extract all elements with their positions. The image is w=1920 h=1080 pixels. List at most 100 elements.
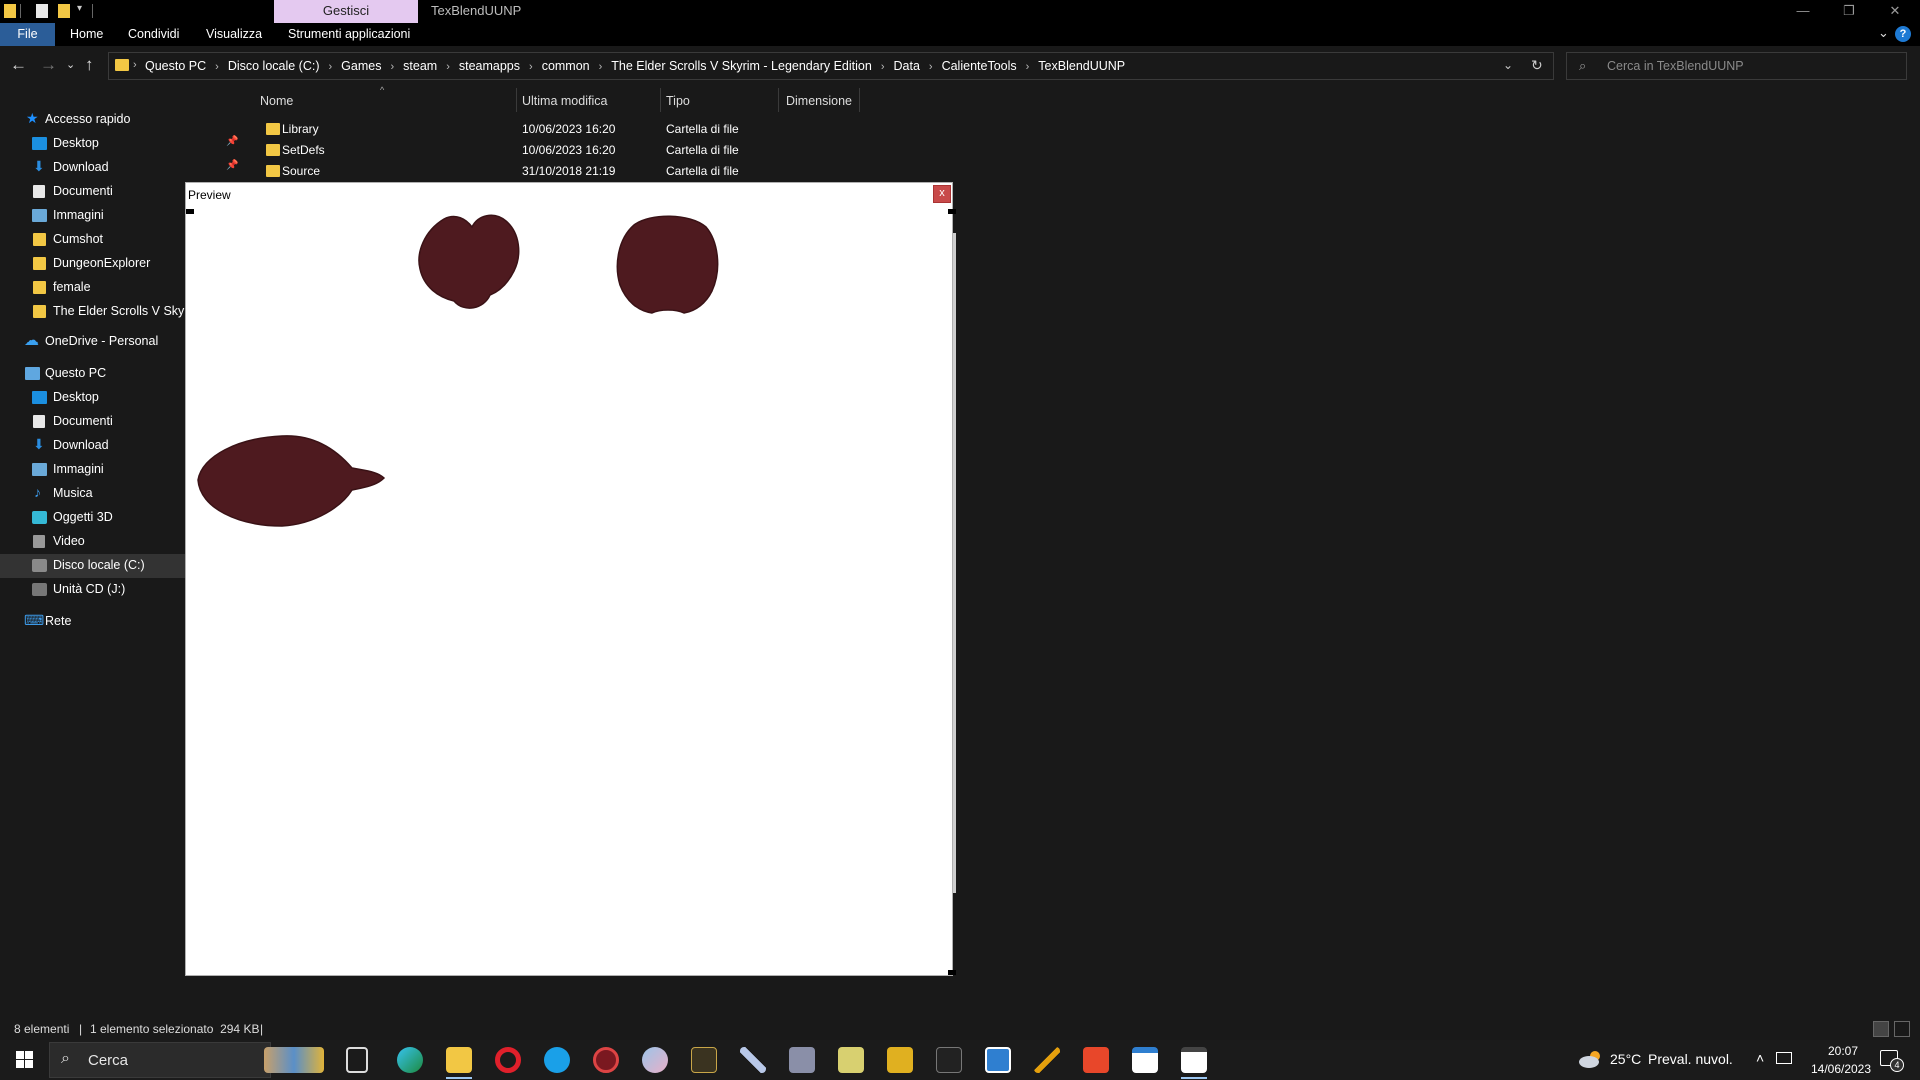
column-header-tipo[interactable]: Tipo [666, 94, 690, 108]
tab-home[interactable]: Home [70, 27, 103, 41]
resize-handle[interactable] [948, 209, 956, 214]
pin-icon[interactable]: 📌 [226, 136, 238, 147]
game-app-icon[interactable] [593, 1047, 619, 1073]
game-launcher-icon[interactable] [691, 1047, 717, 1073]
breadcrumb-chevron-icon[interactable]: › [390, 61, 394, 73]
pin-icon[interactable]: 📌 [226, 160, 238, 171]
breadcrumb-chevron-icon[interactable]: › [446, 61, 450, 73]
column-divider[interactable] [859, 88, 860, 112]
breadcrumb-chevron-icon[interactable]: › [881, 61, 885, 73]
weather-temperature[interactable]: 25°C [1610, 1051, 1641, 1067]
breadcrumb-disco-locale[interactable]: Disco locale (C:) [228, 59, 320, 73]
tab-strumenti-applicazioni[interactable]: Strumenti applicazioni [288, 27, 410, 41]
show-hidden-icons-chevron-icon[interactable]: ˄ [1756, 1050, 1764, 1066]
preview-window[interactable]: Preview x [185, 182, 956, 976]
breadcrumb-chevron-icon[interactable]: › [1026, 61, 1030, 73]
network-icon: ⌨ [24, 612, 45, 628]
details-view-button[interactable] [1873, 1021, 1889, 1037]
pen-tool-icon[interactable] [740, 1047, 766, 1073]
search-input[interactable] [1607, 54, 1897, 78]
breadcrumb-texblenduunp[interactable]: TexBlendUUNP [1038, 59, 1125, 73]
paint-app-icon[interactable] [642, 1047, 668, 1073]
network-status-icon[interactable] [1776, 1052, 1792, 1064]
resize-handle[interactable] [948, 970, 956, 975]
breadcrumb-chevron-icon[interactable]: › [529, 61, 533, 73]
calendar-app-icon[interactable] [838, 1047, 864, 1073]
taskbar: ⌕ Cerca 25°C Preval. nuvol. ˄ 20:07 14/0… [0, 1040, 1920, 1080]
address-bar[interactable]: › Questo PC › Disco locale (C:) › Games › stea… [108, 52, 1554, 80]
back-arrow-icon[interactable]: ← [10, 55, 27, 75]
notes-app-icon[interactable] [887, 1047, 913, 1073]
breadcrumb-steamapps[interactable]: steamapps [459, 59, 520, 73]
taskbar-search[interactable]: ⌕ Cerca [49, 1042, 271, 1078]
preview-close-button[interactable]: x [933, 185, 951, 203]
tab-visualizza[interactable]: Visualizza [206, 27, 262, 41]
tab-condividi[interactable]: Condividi [128, 27, 179, 41]
breadcrumb-data[interactable]: Data [894, 59, 920, 73]
column-header-nome[interactable]: Nome [260, 94, 293, 108]
resize-handle[interactable] [186, 209, 194, 214]
new-folder-icon[interactable] [58, 4, 70, 18]
nvidia-app-icon[interactable] [936, 1047, 962, 1073]
file-row-source[interactable]: Source 31/10/2018 21:19 Cartella di file [260, 161, 780, 182]
task-view-icon[interactable] [346, 1047, 368, 1073]
app-window-icon[interactable] [1132, 1047, 1158, 1073]
clock-date[interactable]: 14/06/2023 [1802, 1062, 1880, 1076]
column-divider[interactable] [660, 88, 661, 112]
file-explorer-icon[interactable] [446, 1047, 472, 1073]
column-divider[interactable] [516, 88, 517, 112]
file-type: Cartella di file [666, 164, 739, 178]
file-row-library[interactable]: Library 10/06/2023 16:20 Cartella di fil… [260, 119, 780, 140]
nav-item-accesso-rapido[interactable]: ★ Accesso rapido [0, 108, 242, 132]
expand-ribbon-icon[interactable]: ⌄ [1878, 25, 1889, 41]
column-divider[interactable] [778, 88, 779, 112]
large-icons-view-button[interactable] [1894, 1021, 1910, 1037]
search-box[interactable]: ⌕ [1566, 52, 1907, 80]
breadcrumb-calientetools[interactable]: CalienteTools [942, 59, 1017, 73]
breadcrumb-chevron-icon[interactable]: › [599, 61, 603, 73]
restore-button[interactable]: ❐ [1826, 1, 1872, 21]
breadcrumb-common[interactable]: common [542, 59, 590, 73]
breadcrumb-games[interactable]: Games [341, 59, 381, 73]
search-highlight-icon[interactable] [264, 1047, 324, 1073]
opera-icon[interactable] [495, 1047, 521, 1073]
breadcrumb-skyrim[interactable]: The Elder Scrolls V Skyrim - Legendary E… [611, 59, 872, 73]
contextual-tab-gestisci[interactable]: Gestisci [274, 0, 418, 23]
archive-app-icon[interactable] [789, 1047, 815, 1073]
recent-locations-dropdown-icon[interactable]: ⌄ [66, 55, 75, 75]
breadcrumb-chevron-icon[interactable]: › [215, 61, 219, 73]
plex-app-icon[interactable] [1034, 1047, 1060, 1073]
edge-icon[interactable] [397, 1047, 423, 1073]
tab-file[interactable]: File [0, 23, 55, 46]
foxit-app-icon[interactable] [1083, 1047, 1109, 1073]
breadcrumb-chevron-icon[interactable]: › [329, 61, 333, 73]
breadcrumb-steam[interactable]: steam [403, 59, 437, 73]
refresh-icon[interactable]: ↻ [1531, 57, 1543, 74]
quick-access-dropdown-icon[interactable]: ▾ [77, 3, 82, 14]
weather-condition[interactable]: Preval. nuvol. [1648, 1051, 1733, 1067]
address-dropdown-icon[interactable]: ⌄ [1503, 58, 1513, 72]
up-arrow-icon[interactable]: ↑ [85, 55, 94, 75]
breadcrumb-chevron-icon[interactable]: › [929, 61, 933, 73]
search-icon: ⌕ [1579, 58, 1587, 73]
file-row-setdefs[interactable]: SetDefs 10/06/2023 16:20 Cartella di fil… [260, 140, 780, 161]
skype-icon[interactable] [544, 1047, 570, 1073]
clock-time[interactable]: 20:07 [1812, 1044, 1874, 1058]
forward-arrow-icon[interactable]: → [40, 55, 57, 75]
desktop-icon [32, 391, 47, 404]
window-app-icon[interactable] [985, 1047, 1011, 1073]
windows-start-icon[interactable] [0, 1040, 48, 1080]
breadcrumb-chevron-icon[interactable]: › [133, 59, 137, 71]
minimize-button[interactable]: — [1780, 1, 1826, 21]
folder-icon [33, 305, 46, 318]
column-header-ultima-modifica[interactable]: Ultima modifica [522, 94, 607, 108]
help-icon[interactable]: ? [1895, 26, 1911, 42]
close-button[interactable]: ✕ [1872, 1, 1918, 21]
properties-icon[interactable] [36, 4, 48, 18]
preview-scrollbar[interactable] [953, 233, 956, 893]
nav-item-desktop[interactable]: Desktop 📌 [0, 132, 242, 156]
blank-window-icon[interactable] [1181, 1047, 1207, 1073]
breadcrumb-questo-pc[interactable]: Questo PC [145, 59, 206, 73]
nav-item-download[interactable]: ⬇ Download 📌 [0, 156, 242, 180]
column-header-dimensione[interactable]: Dimensione [786, 94, 852, 108]
